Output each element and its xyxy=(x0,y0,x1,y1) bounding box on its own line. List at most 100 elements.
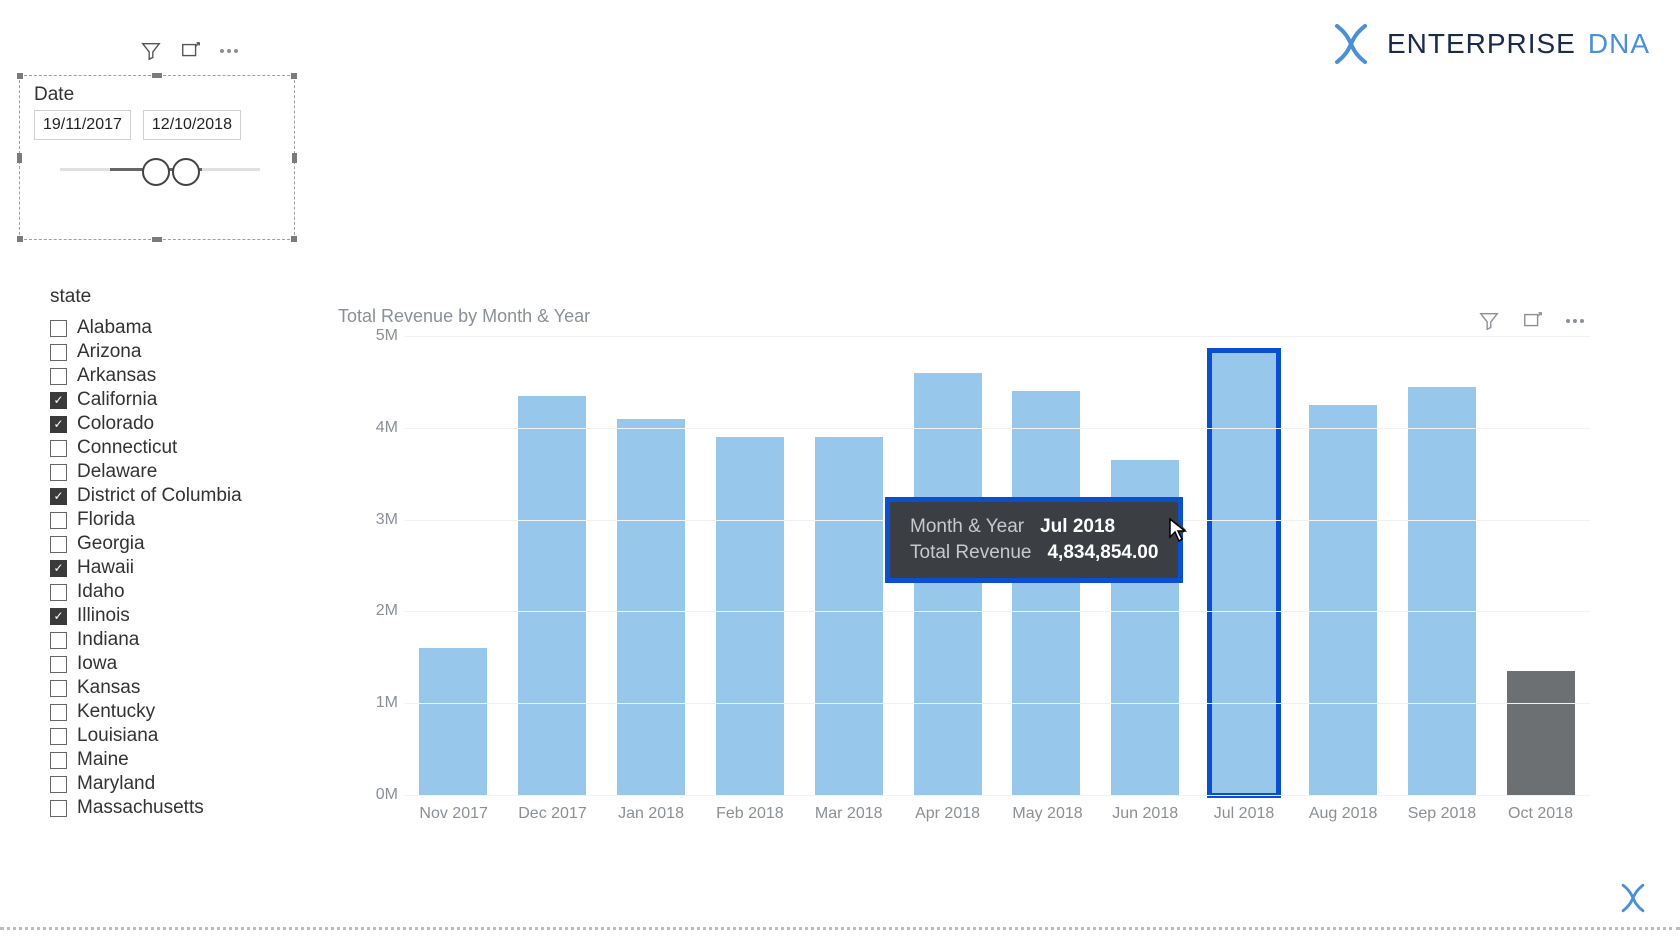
state-option-label: Delaware xyxy=(77,461,157,483)
state-option-idaho[interactable]: Idaho xyxy=(50,580,270,604)
state-option-label: Iowa xyxy=(77,653,117,675)
x-axis-tick: Mar 2018 xyxy=(815,805,883,823)
checkbox-icon[interactable] xyxy=(50,728,67,745)
chart-title: Total Revenue by Month & Year xyxy=(338,306,590,327)
state-option-colorado[interactable]: Colorado xyxy=(50,412,270,436)
state-option-florida[interactable]: Florida xyxy=(50,508,270,532)
slicer-toolbar xyxy=(140,40,238,62)
state-option-massachusetts[interactable]: Massachusetts xyxy=(50,796,270,820)
checkbox-icon[interactable] xyxy=(50,320,67,337)
tooltip-value-month: Jul 2018 xyxy=(1040,516,1115,538)
bar-aug-2018[interactable] xyxy=(1309,405,1377,795)
page-separator xyxy=(0,927,1680,930)
x-axis-tick: Jul 2018 xyxy=(1210,805,1278,823)
state-option-arizona[interactable]: Arizona xyxy=(50,340,270,364)
state-option-louisiana[interactable]: Louisiana xyxy=(50,724,270,748)
state-option-label: Maryland xyxy=(77,773,155,795)
checkbox-icon[interactable] xyxy=(50,392,67,409)
state-option-label: Alabama xyxy=(77,317,152,339)
date-slider-handle-to[interactable] xyxy=(172,158,200,186)
state-option-maryland[interactable]: Maryland xyxy=(50,772,270,796)
checkbox-icon[interactable] xyxy=(50,560,67,577)
state-option-label: District of Columbia xyxy=(77,485,242,507)
checkbox-icon[interactable] xyxy=(50,440,67,457)
tooltip-label-revenue: Total Revenue xyxy=(910,542,1031,564)
state-option-iowa[interactable]: Iowa xyxy=(50,652,270,676)
state-slicer[interactable]: state AlabamaArizonaArkansasCaliforniaCo… xyxy=(50,286,270,820)
state-option-label: California xyxy=(77,389,157,411)
state-option-label: Hawaii xyxy=(77,557,134,579)
state-slicer-title: state xyxy=(50,286,270,308)
x-axis-tick: Nov 2017 xyxy=(419,805,487,823)
checkbox-icon[interactable] xyxy=(50,512,67,529)
x-axis-tick: Oct 2018 xyxy=(1507,805,1575,823)
more-options-icon[interactable] xyxy=(1566,319,1584,323)
state-option-hawaii[interactable]: Hawaii xyxy=(50,556,270,580)
state-option-georgia[interactable]: Georgia xyxy=(50,532,270,556)
state-option-label: Indiana xyxy=(77,629,139,651)
date-from-input[interactable]: 19/11/2017 xyxy=(34,110,131,140)
state-option-label: Arkansas xyxy=(77,365,156,387)
date-slider-handle-from[interactable] xyxy=(142,158,170,186)
date-slicer[interactable]: Date 19/11/2017 12/10/2018 xyxy=(19,75,295,240)
date-to-input[interactable]: 12/10/2018 xyxy=(143,110,241,140)
focus-mode-icon[interactable] xyxy=(180,40,202,62)
bar-apr-2018[interactable] xyxy=(914,373,982,795)
checkbox-icon[interactable] xyxy=(50,464,67,481)
filter-icon[interactable] xyxy=(1478,310,1500,332)
bar-feb-2018[interactable] xyxy=(716,437,784,795)
state-option-california[interactable]: California xyxy=(50,388,270,412)
y-axis-tick: 4M xyxy=(376,419,398,437)
checkbox-icon[interactable] xyxy=(50,752,67,769)
brand-suffix: DNA xyxy=(1588,28,1650,60)
brand-logo: ENTERPRISE DNA xyxy=(1327,20,1650,68)
state-option-delaware[interactable]: Delaware xyxy=(50,460,270,484)
checkbox-icon[interactable] xyxy=(50,704,67,721)
bar-oct-2018[interactable] xyxy=(1507,671,1575,795)
x-axis-tick: Aug 2018 xyxy=(1309,805,1377,823)
state-option-arkansas[interactable]: Arkansas xyxy=(50,364,270,388)
state-option-illinois[interactable]: Illinois xyxy=(50,604,270,628)
dna-icon xyxy=(1327,20,1375,68)
bar-jul-2018[interactable] xyxy=(1210,351,1278,795)
state-option-connecticut[interactable]: Connecticut xyxy=(50,436,270,460)
checkbox-icon[interactable] xyxy=(50,680,67,697)
checkbox-icon[interactable] xyxy=(50,536,67,553)
state-option-label: Kentucky xyxy=(77,701,155,723)
state-option-label: Florida xyxy=(77,509,135,531)
checkbox-icon[interactable] xyxy=(50,368,67,385)
filter-icon[interactable] xyxy=(140,40,162,62)
checkbox-icon[interactable] xyxy=(50,488,67,505)
state-option-district-of-columbia[interactable]: District of Columbia xyxy=(50,484,270,508)
state-option-kentucky[interactable]: Kentucky xyxy=(50,700,270,724)
state-option-kansas[interactable]: Kansas xyxy=(50,676,270,700)
state-option-alabama[interactable]: Alabama xyxy=(50,316,270,340)
checkbox-icon[interactable] xyxy=(50,632,67,649)
mouse-cursor-icon xyxy=(1168,517,1188,543)
checkbox-icon[interactable] xyxy=(50,800,67,817)
bar-sep-2018[interactable] xyxy=(1408,387,1476,796)
state-option-label: Arizona xyxy=(77,341,141,363)
checkbox-icon[interactable] xyxy=(50,416,67,433)
y-axis-tick: 5M xyxy=(376,327,398,345)
checkbox-icon[interactable] xyxy=(50,776,67,793)
state-option-label: Connecticut xyxy=(77,437,177,459)
state-option-label: Maine xyxy=(77,749,129,771)
bar-nov-2017[interactable] xyxy=(419,648,487,795)
checkbox-icon[interactable] xyxy=(50,656,67,673)
checkbox-icon[interactable] xyxy=(50,344,67,361)
bar-dec-2017[interactable] xyxy=(518,396,586,795)
bar-jan-2018[interactable] xyxy=(617,419,685,795)
state-option-label: Kansas xyxy=(77,677,140,699)
bar-mar-2018[interactable] xyxy=(815,437,883,795)
date-slicer-title: Date xyxy=(34,84,74,106)
more-options-icon[interactable] xyxy=(220,49,238,53)
checkbox-icon[interactable] xyxy=(50,584,67,601)
x-axis-tick: Feb 2018 xyxy=(716,805,784,823)
focus-mode-icon[interactable] xyxy=(1522,310,1544,332)
state-option-maine[interactable]: Maine xyxy=(50,748,270,772)
checkbox-icon[interactable] xyxy=(50,608,67,625)
state-option-indiana[interactable]: Indiana xyxy=(50,628,270,652)
y-axis-tick: 1M xyxy=(376,694,398,712)
bar-may-2018[interactable] xyxy=(1012,391,1080,795)
